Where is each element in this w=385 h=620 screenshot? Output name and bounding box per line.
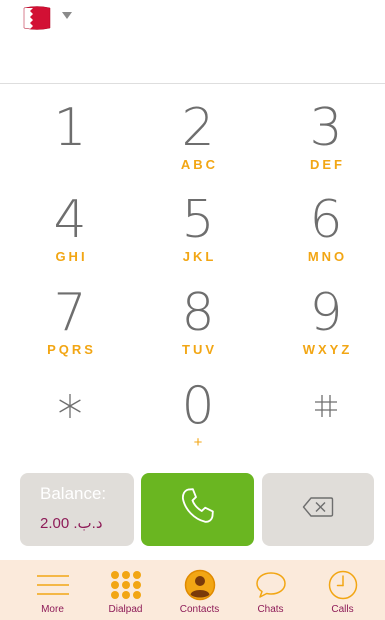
balance-value: د.ب. 2.00 [40, 515, 103, 532]
key-4[interactable]: 4 GHI [15, 190, 125, 274]
tab-label: More [41, 604, 64, 615]
key-digit: 4 [53, 190, 87, 250]
backspace-icon [302, 496, 334, 523]
phone-icon [176, 485, 220, 534]
key-2[interactable]: 2 ABC [143, 98, 253, 182]
balance-label: Balance: [40, 484, 107, 503]
key-3[interactable]: 3 DEF [271, 98, 381, 182]
key-letters: TUV [182, 342, 217, 357]
key-letters: ABC [180, 157, 219, 172]
bahrain-flag-icon [22, 5, 52, 31]
delete-button[interactable] [262, 473, 374, 546]
key-digit: 2 [181, 98, 215, 158]
tab-more[interactable]: More [14, 560, 91, 620]
key-1[interactable]: 1 [15, 98, 125, 182]
call-button[interactable] [141, 473, 254, 546]
tab-calls[interactable]: Calls [304, 560, 381, 620]
top-bar [0, 0, 385, 84]
key-digit: 1 [53, 98, 87, 158]
key-letters: + [193, 434, 203, 451]
key-9[interactable]: 9 WXYZ [271, 283, 381, 367]
menu-icon [36, 570, 70, 600]
key-5[interactable]: 5 JKL [143, 190, 253, 274]
key-6[interactable]: 6 MNO [271, 190, 381, 274]
key-hash[interactable] [271, 376, 381, 460]
dialpad-icon [110, 570, 142, 600]
key-8[interactable]: 8 TUV [143, 283, 253, 367]
key-digit: 8 [181, 283, 215, 343]
key-0[interactable]: 0 + [143, 376, 253, 460]
chat-bubble-icon [255, 570, 287, 600]
bottom-tab-bar: More Dialpad Contacts Chats Calls [0, 560, 385, 620]
key-star[interactable] [15, 376, 125, 460]
key-digit: 7 [53, 283, 87, 343]
key-digit: 5 [181, 190, 215, 250]
contact-icon [184, 569, 216, 601]
key-digit: 6 [309, 190, 343, 250]
balance-button[interactable]: Balance: د.ب. 2.00 [20, 473, 134, 546]
key-letters: WXYZ [302, 342, 353, 357]
tab-chats[interactable]: Chats [232, 560, 309, 620]
tab-label: Dialpad [108, 604, 143, 615]
caret-down-icon [62, 11, 72, 19]
tab-label: Calls [331, 604, 354, 615]
tab-label: Chats [257, 604, 284, 615]
hash-icon [312, 376, 340, 436]
key-letters: PQRS [47, 342, 96, 357]
key-digit: 3 [309, 98, 343, 158]
country-selector[interactable] [22, 5, 72, 31]
tab-label: Contacts [179, 604, 220, 615]
key-letters: DEF [310, 157, 345, 172]
asterisk-icon [56, 376, 84, 436]
key-letters: JKL [182, 249, 217, 264]
key-letters: MNO [307, 249, 348, 264]
clock-icon [328, 570, 358, 600]
action-row: Balance: د.ب. 2.00 [0, 473, 385, 546]
key-digit: 0 [181, 376, 215, 436]
key-letters: GHI [55, 249, 88, 264]
key-7[interactable]: 7 PQRS [15, 283, 125, 367]
tab-dialpad[interactable]: Dialpad [87, 560, 164, 620]
tab-contacts[interactable]: Contacts [161, 560, 238, 620]
key-digit: 9 [309, 283, 343, 343]
